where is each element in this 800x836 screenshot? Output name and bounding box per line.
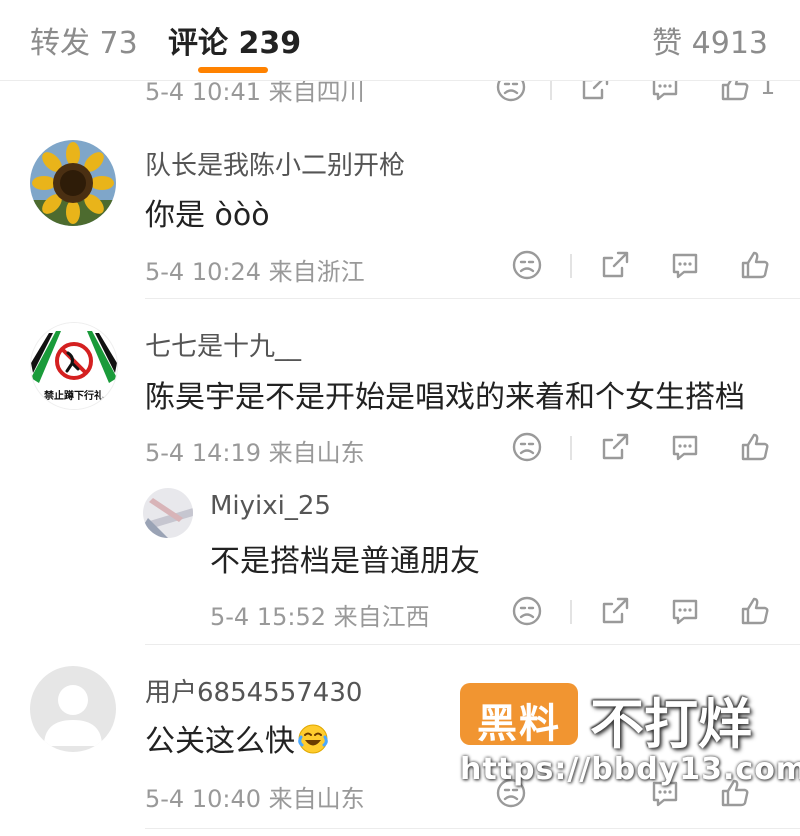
watermark-text: 不打烊	[590, 693, 752, 756]
comment-icon[interactable]	[668, 248, 702, 282]
comment-meta: 5-4 14:19 来自山东	[145, 439, 365, 467]
comment-text: 你是 òòò	[145, 198, 270, 233]
comment-text: 公关这么快	[145, 716, 329, 760]
reply-actions	[510, 594, 790, 634]
reply-username[interactable]: Miyixi_25	[210, 491, 331, 521]
comment-icon[interactable]	[668, 430, 702, 464]
reply-avatar[interactable]	[143, 488, 193, 538]
comment-username[interactable]: 队长是我陈小二别开枪	[145, 145, 405, 182]
like-icon[interactable]	[738, 594, 772, 628]
default-avatar-icon[interactable]	[30, 666, 116, 752]
share-icon[interactable]	[598, 248, 632, 282]
watermark-badge: 黑料	[460, 683, 578, 747]
comment-divider	[145, 828, 800, 829]
laughing-crying-emoji-icon	[298, 724, 328, 754]
tab-reposts[interactable]: 转发 73	[30, 18, 138, 62]
comment-tab-bar: 转发 73 评论 239 赞 4913	[0, 0, 800, 81]
tab-likes[interactable]: 赞 4913	[652, 18, 768, 62]
tab-comments[interactable]: 评论 239	[168, 18, 301, 62]
dislike-icon[interactable]	[510, 594, 544, 628]
avatar-caption: 禁止蹲下行礼	[43, 389, 104, 402]
comment-meta: 5-4 10:40 来自山东	[145, 785, 365, 813]
comment-text-body: 公关这么快	[145, 724, 295, 759]
comment-meta: 5-4 10:24 来自浙江	[145, 258, 365, 286]
watermark-url: https://bbdy13.com	[460, 752, 800, 787]
share-icon[interactable]	[598, 594, 632, 628]
active-tab-indicator	[198, 67, 268, 73]
dislike-icon[interactable]	[510, 248, 544, 282]
comment-text: 陈昊宇是不是开始是唱戏的来着和个女生搭档	[145, 380, 745, 415]
avatar[interactable]: 禁止蹲下行礼	[30, 322, 118, 410]
comment-username[interactable]: 七七是十九__	[145, 326, 301, 363]
comment-actions	[510, 430, 790, 470]
comment-divider	[145, 644, 800, 645]
dislike-icon[interactable]	[510, 430, 544, 464]
reply-meta: 5-4 15:52 来自江西	[210, 603, 430, 631]
share-icon[interactable]	[598, 430, 632, 464]
comment-divider	[145, 298, 800, 299]
like-icon[interactable]	[738, 248, 772, 282]
avatar[interactable]	[30, 140, 116, 226]
comment-username[interactable]: 用户6854557430	[145, 672, 362, 709]
comment-icon[interactable]	[668, 594, 702, 628]
reply-text: 不是搭档是普通朋友	[210, 544, 480, 579]
watermark-badge-text: 黑料	[477, 701, 561, 747]
like-icon[interactable]	[738, 430, 772, 464]
comment-actions	[510, 248, 790, 288]
